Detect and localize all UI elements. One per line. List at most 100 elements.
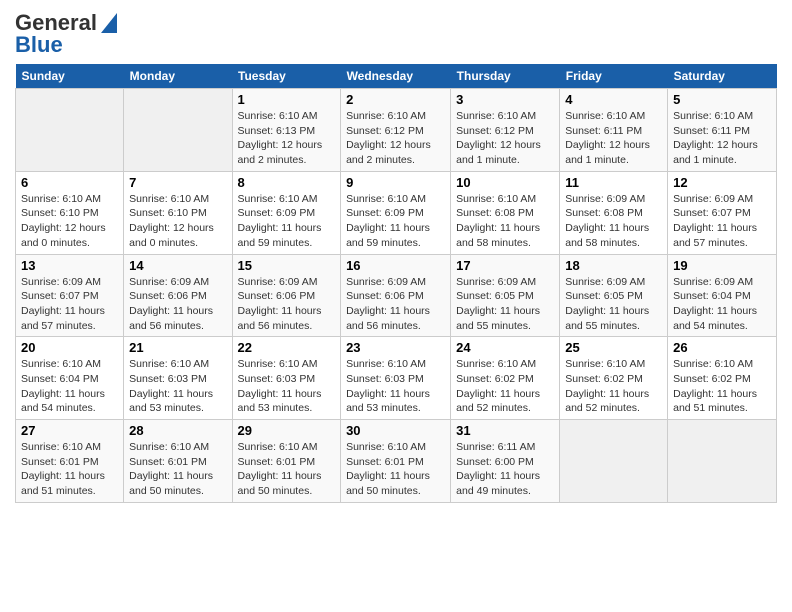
weekday-friday: Friday: [560, 64, 668, 89]
day-number: 4: [565, 92, 662, 107]
day-number: 22: [238, 340, 336, 355]
day-number: 31: [456, 423, 554, 438]
week-row-3: 13Sunrise: 6:09 AM Sunset: 6:07 PM Dayli…: [16, 254, 777, 337]
day-info: Sunrise: 6:10 AM Sunset: 6:11 PM Dayligh…: [673, 109, 771, 168]
day-info: Sunrise: 6:09 AM Sunset: 6:07 PM Dayligh…: [21, 275, 118, 334]
day-number: 23: [346, 340, 445, 355]
calendar-cell: 14 Sunrise: 6:09 AM Sunset: 6:06 PM Dayli…: [124, 254, 232, 337]
day-number: 6: [21, 175, 118, 190]
calendar-cell: 21 Sunrise: 6:10 AM Sunset: 6:03 PM Dayli…: [124, 337, 232, 420]
day-number: 28: [129, 423, 226, 438]
day-number: 5: [673, 92, 771, 107]
calendar-body: 1Sunrise: 6:10 AM Sunset: 6:13 PM Daylig…: [16, 89, 777, 503]
day-info: Sunrise: 6:09 AM Sunset: 6:07 PM Dayligh…: [673, 192, 771, 251]
day-info: Sunrise: 6:09 AM Sunset: 6:04 PM Dayligh…: [673, 275, 771, 334]
day-number: 9: [346, 175, 445, 190]
weekday-sunday: Sunday: [16, 64, 124, 89]
calendar-cell: 30 Sunrise: 6:10 AM Sunset: 6:01 PM Dayli…: [341, 420, 451, 503]
day-info: Sunrise: 6:10 AM Sunset: 6:01 PM Dayligh…: [238, 440, 336, 499]
day-info: Sunrise: 6:10 AM Sunset: 6:11 PM Dayligh…: [565, 109, 662, 168]
day-info: Sunrise: 6:09 AM Sunset: 6:05 PM Dayligh…: [565, 275, 662, 334]
calendar-cell: 17Sunrise: 6:09 AM Sunset: 6:05 PM Dayli…: [451, 254, 560, 337]
day-number: 26: [673, 340, 771, 355]
calendar-cell: 24 Sunrise: 6:10 AM Sunset: 6:02 PM Dayli…: [451, 337, 560, 420]
day-info: Sunrise: 6:10 AM Sunset: 6:02 PM Dayligh…: [673, 357, 771, 416]
logo-triangle-icon: [101, 13, 117, 33]
day-number: 12: [673, 175, 771, 190]
calendar-cell: 4 Sunrise: 6:10 AM Sunset: 6:11 PM Daylig…: [560, 89, 668, 172]
day-info: Sunrise: 6:10 AM Sunset: 6:10 PM Dayligh…: [21, 192, 118, 251]
day-info: Sunrise: 6:10 AM Sunset: 6:09 PM Dayligh…: [238, 192, 336, 251]
calendar-cell: [560, 420, 668, 503]
calendar-cell: 15 Sunrise: 6:09 AM Sunset: 6:06 PM Dayli…: [232, 254, 341, 337]
logo-blue-text: Blue: [15, 32, 63, 58]
day-number: 8: [238, 175, 336, 190]
day-info: Sunrise: 6:10 AM Sunset: 6:09 PM Dayligh…: [346, 192, 445, 251]
calendar-cell: 18Sunrise: 6:09 AM Sunset: 6:05 PM Dayli…: [560, 254, 668, 337]
calendar-cell: [124, 89, 232, 172]
week-row-4: 20 Sunrise: 6:10 AM Sunset: 6:04 PM Dayli…: [16, 337, 777, 420]
day-info: Sunrise: 6:10 AM Sunset: 6:01 PM Dayligh…: [346, 440, 445, 499]
calendar-cell: 3 Sunrise: 6:10 AM Sunset: 6:12 PM Daylig…: [451, 89, 560, 172]
day-number: 1: [238, 92, 336, 107]
weekday-tuesday: Tuesday: [232, 64, 341, 89]
day-info: Sunrise: 6:09 AM Sunset: 6:08 PM Dayligh…: [565, 192, 662, 251]
day-info: Sunrise: 6:10 AM Sunset: 6:03 PM Dayligh…: [346, 357, 445, 416]
week-row-5: 27Sunrise: 6:10 AM Sunset: 6:01 PM Dayli…: [16, 420, 777, 503]
calendar-table: SundayMondayTuesdayWednesdayThursdayFrid…: [15, 64, 777, 503]
weekday-thursday: Thursday: [451, 64, 560, 89]
day-info: Sunrise: 6:09 AM Sunset: 6:06 PM Dayligh…: [346, 275, 445, 334]
calendar-cell: 10 Sunrise: 6:10 AM Sunset: 6:08 PM Dayli…: [451, 171, 560, 254]
day-info: Sunrise: 6:10 AM Sunset: 6:12 PM Dayligh…: [456, 109, 554, 168]
day-info: Sunrise: 6:10 AM Sunset: 6:03 PM Dayligh…: [238, 357, 336, 416]
calendar-cell: 9 Sunrise: 6:10 AM Sunset: 6:09 PM Daylig…: [341, 171, 451, 254]
calendar-cell: 20 Sunrise: 6:10 AM Sunset: 6:04 PM Dayli…: [16, 337, 124, 420]
calendar-cell: 29 Sunrise: 6:10 AM Sunset: 6:01 PM Dayli…: [232, 420, 341, 503]
day-info: Sunrise: 6:10 AM Sunset: 6:08 PM Dayligh…: [456, 192, 554, 251]
day-info: Sunrise: 6:10 AM Sunset: 6:03 PM Dayligh…: [129, 357, 226, 416]
logo: General Blue: [15, 10, 117, 58]
calendar-cell: 11 Sunrise: 6:09 AM Sunset: 6:08 PM Dayli…: [560, 171, 668, 254]
calendar-cell: 1Sunrise: 6:10 AM Sunset: 6:13 PM Daylig…: [232, 89, 341, 172]
day-number: 2: [346, 92, 445, 107]
calendar-cell: 7Sunrise: 6:10 AM Sunset: 6:10 PM Daylig…: [124, 171, 232, 254]
calendar-cell: [16, 89, 124, 172]
day-number: 16: [346, 258, 445, 273]
day-info: Sunrise: 6:10 AM Sunset: 6:02 PM Dayligh…: [456, 357, 554, 416]
day-number: 30: [346, 423, 445, 438]
day-info: Sunrise: 6:09 AM Sunset: 6:06 PM Dayligh…: [238, 275, 336, 334]
day-number: 10: [456, 175, 554, 190]
day-info: Sunrise: 6:09 AM Sunset: 6:05 PM Dayligh…: [456, 275, 554, 334]
day-number: 25: [565, 340, 662, 355]
weekday-saturday: Saturday: [668, 64, 777, 89]
day-info: Sunrise: 6:10 AM Sunset: 6:12 PM Dayligh…: [346, 109, 445, 168]
page-header: General Blue: [15, 10, 777, 58]
calendar-cell: 2 Sunrise: 6:10 AM Sunset: 6:12 PM Daylig…: [341, 89, 451, 172]
calendar-cell: 23 Sunrise: 6:10 AM Sunset: 6:03 PM Dayli…: [341, 337, 451, 420]
day-number: 14: [129, 258, 226, 273]
day-number: 24: [456, 340, 554, 355]
calendar-cell: 16 Sunrise: 6:09 AM Sunset: 6:06 PM Dayli…: [341, 254, 451, 337]
day-number: 15: [238, 258, 336, 273]
day-number: 3: [456, 92, 554, 107]
day-number: 11: [565, 175, 662, 190]
calendar-cell: 8 Sunrise: 6:10 AM Sunset: 6:09 PM Daylig…: [232, 171, 341, 254]
day-info: Sunrise: 6:09 AM Sunset: 6:06 PM Dayligh…: [129, 275, 226, 334]
day-info: Sunrise: 6:10 AM Sunset: 6:04 PM Dayligh…: [21, 357, 118, 416]
day-info: Sunrise: 6:10 AM Sunset: 6:01 PM Dayligh…: [129, 440, 226, 499]
calendar-cell: [668, 420, 777, 503]
day-info: Sunrise: 6:11 AM Sunset: 6:00 PM Dayligh…: [456, 440, 554, 499]
calendar-cell: 19Sunrise: 6:09 AM Sunset: 6:04 PM Dayli…: [668, 254, 777, 337]
calendar-header: SundayMondayTuesdayWednesdayThursdayFrid…: [16, 64, 777, 89]
calendar-cell: 25 Sunrise: 6:10 AM Sunset: 6:02 PM Dayli…: [560, 337, 668, 420]
weekday-monday: Monday: [124, 64, 232, 89]
day-number: 20: [21, 340, 118, 355]
day-info: Sunrise: 6:10 AM Sunset: 6:02 PM Dayligh…: [565, 357, 662, 416]
day-number: 29: [238, 423, 336, 438]
calendar-cell: 13Sunrise: 6:09 AM Sunset: 6:07 PM Dayli…: [16, 254, 124, 337]
day-number: 7: [129, 175, 226, 190]
calendar-cell: 31 Sunrise: 6:11 AM Sunset: 6:00 PM Dayli…: [451, 420, 560, 503]
calendar-cell: 5 Sunrise: 6:10 AM Sunset: 6:11 PM Daylig…: [668, 89, 777, 172]
calendar-cell: 6 Sunrise: 6:10 AM Sunset: 6:10 PM Daylig…: [16, 171, 124, 254]
day-number: 21: [129, 340, 226, 355]
